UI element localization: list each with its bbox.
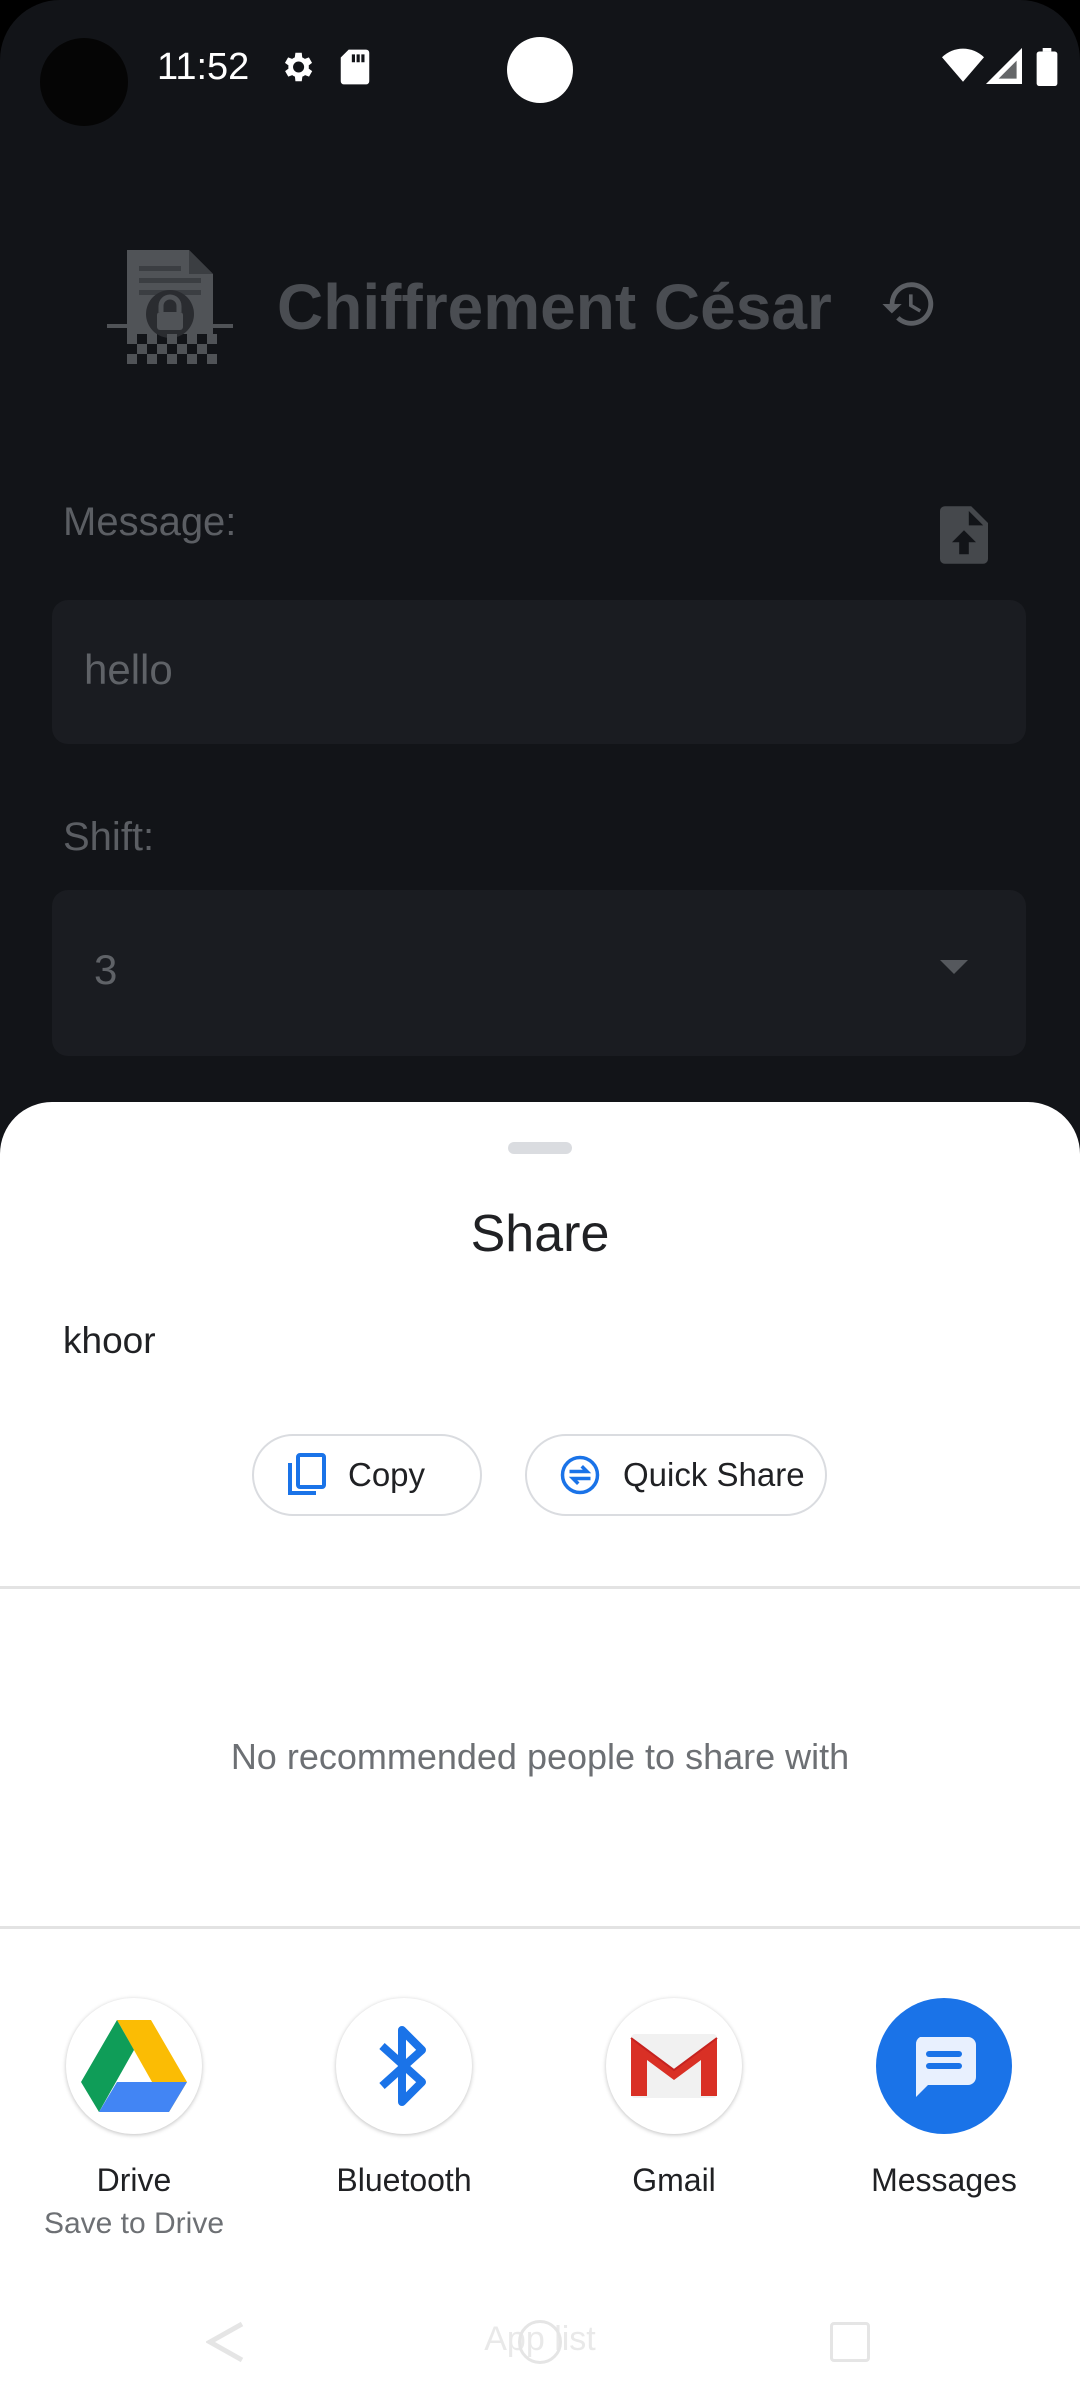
settings-icon [278, 48, 316, 91]
shared-text-preview: khoor [63, 1320, 156, 1361]
back-icon[interactable] [204, 2320, 246, 2369]
share-target-label: Bluetooth [336, 2162, 472, 2198]
chevron-down-icon [940, 960, 968, 974]
app-content: Chiffrement César Message: hello Shift: … [0, 130, 1080, 1100]
share-target-messages[interactable]: Messages [834, 1998, 1054, 2199]
encrypted-document-logo-icon [105, 238, 235, 368]
status-time: 11:52 [157, 46, 250, 88]
status-bar: 11:52 [0, 0, 1080, 130]
file-upload-icon[interactable] [940, 506, 988, 569]
drag-handle[interactable] [508, 1142, 572, 1154]
copy-icon [286, 1453, 326, 1497]
gmail-icon [627, 2030, 721, 2102]
phone-screen: 11:52 Chiffrement César Message: hello S… [0, 0, 1080, 2400]
share-target-label: Drive [96, 2162, 172, 2198]
navigation-bar: App list [0, 2280, 1080, 2400]
share-sheet: Share khoor Copy Quick Share No recommen… [0, 1102, 1080, 2400]
share-target-bluetooth[interactable]: Bluetooth [294, 1998, 514, 2199]
bluetooth-icon [374, 2022, 434, 2110]
share-target-label: Messages [871, 2162, 1017, 2198]
quick-share-label: Quick Share [623, 1456, 805, 1493]
quick-share-button[interactable]: Quick Share [525, 1434, 827, 1516]
front-camera [507, 37, 573, 103]
home-icon[interactable] [518, 2320, 562, 2364]
camera-cutout [40, 38, 128, 126]
messages-icon [908, 2033, 980, 2099]
message-input[interactable]: hello [52, 600, 1026, 744]
sd-card-icon [338, 48, 372, 91]
divider [0, 1586, 1080, 1589]
divider [0, 1926, 1080, 1929]
copy-button[interactable]: Copy [252, 1434, 482, 1516]
shift-label: Shift: [63, 815, 155, 859]
copy-label: Copy [348, 1456, 426, 1493]
shift-dropdown[interactable]: 3 [52, 890, 1026, 1056]
recents-icon[interactable] [830, 2322, 870, 2362]
history-icon[interactable] [880, 275, 938, 338]
message-input-value: hello [84, 646, 173, 693]
app-title: Chiffrement César [277, 271, 832, 343]
share-target-drive[interactable]: Drive Save to Drive [24, 1998, 244, 2241]
battery-icon [1036, 48, 1058, 91]
quick-share-icon [559, 1454, 601, 1496]
cell-signal-icon [986, 48, 1022, 89]
no-recommended-people-text: No recommended people to share with [230, 1736, 850, 1777]
share-target-label: Gmail [632, 2162, 716, 2198]
wifi-icon [942, 48, 984, 89]
google-drive-icon [81, 2020, 187, 2112]
share-target-gmail[interactable]: Gmail [564, 1998, 784, 2199]
share-target-sublabel: Save to Drive [43, 2207, 225, 2240]
message-label: Message: [63, 500, 237, 544]
sheet-title: Share [470, 1205, 610, 1263]
shift-dropdown-value: 3 [94, 946, 118, 993]
